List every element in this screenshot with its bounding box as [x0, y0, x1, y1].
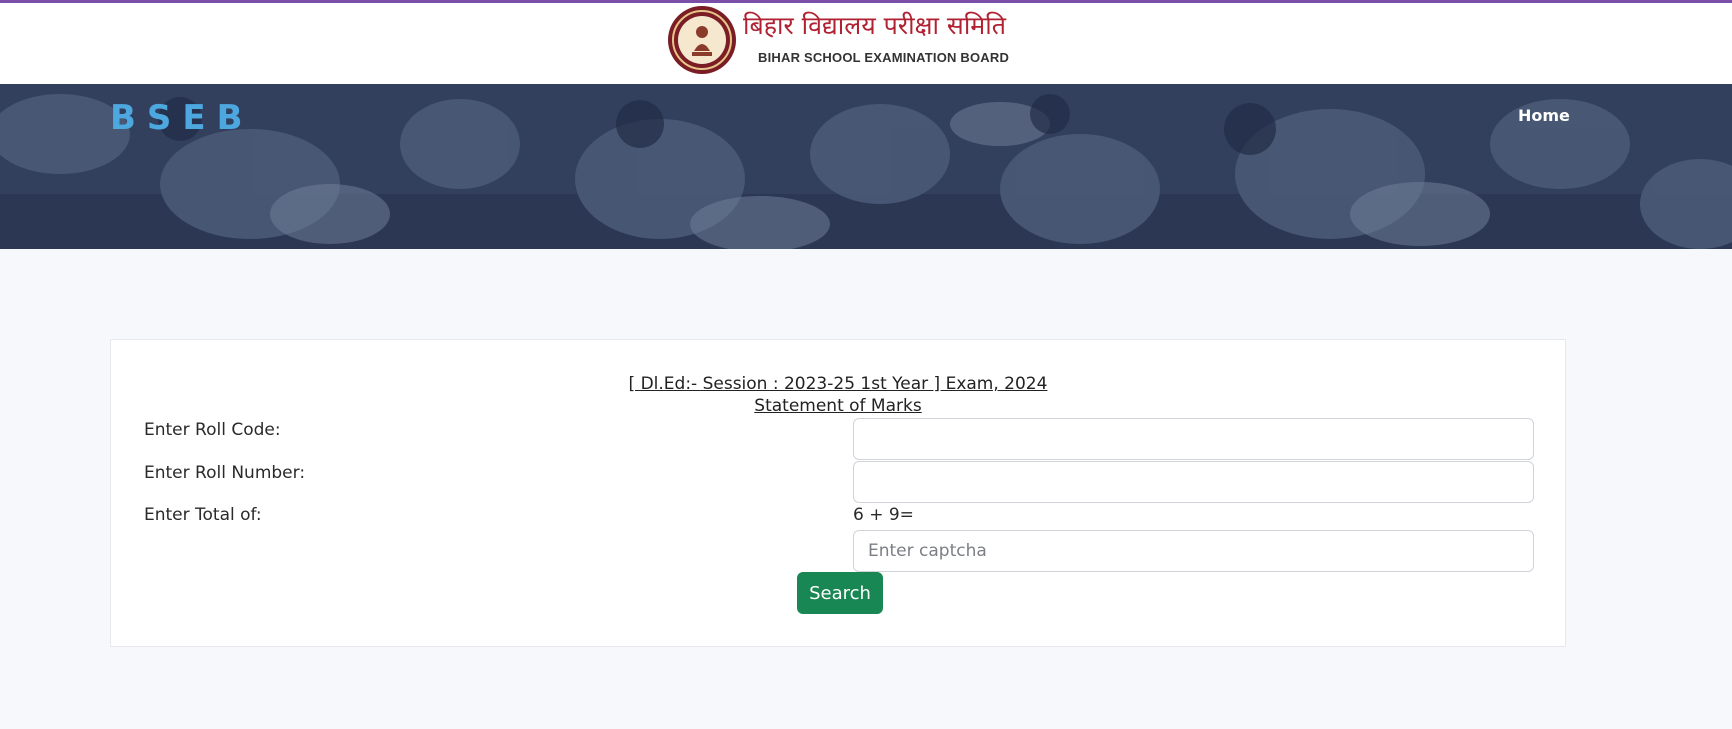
- logo-header: बिहार विद्यालय परीक्षा समिति BIHAR SCHOO…: [0, 3, 1732, 84]
- nav-home-link[interactable]: Home: [1518, 106, 1570, 125]
- statement-title: Statement of Marks: [754, 396, 922, 416]
- roll-number-label: Enter Roll Number:: [144, 463, 306, 483]
- logo-english-text: BIHAR SCHOOL EXAMINATION BOARD: [758, 50, 1010, 65]
- bseb-seal-icon: [668, 6, 736, 74]
- exam-title: [ Dl.Ed:- Session : 2023-25 1st Year ] E…: [628, 374, 1048, 394]
- captcha-label: Enter Total of:: [144, 505, 262, 525]
- captcha-question: 6 + 9=: [853, 505, 914, 525]
- logo-hindi-text: बिहार विद्यालय परीक्षा समिति: [743, 11, 1006, 40]
- bseb-logo: बिहार विद्यालय परीक्षा समिति BIHAR SCHOO…: [667, 5, 1010, 77]
- roll-number-input[interactable]: [853, 461, 1534, 503]
- result-search-card: [ Dl.Ed:- Session : 2023-25 1st Year ] E…: [110, 339, 1566, 647]
- roll-code-label: Enter Roll Code:: [144, 420, 281, 440]
- captcha-input[interactable]: [853, 530, 1534, 572]
- brand-logo-text[interactable]: BSEB: [110, 98, 254, 138]
- roll-code-input[interactable]: [853, 418, 1534, 460]
- hero-banner: BSEB Home: [0, 84, 1732, 249]
- search-button[interactable]: Search: [797, 572, 883, 614]
- students-photo-background: [0, 84, 1732, 249]
